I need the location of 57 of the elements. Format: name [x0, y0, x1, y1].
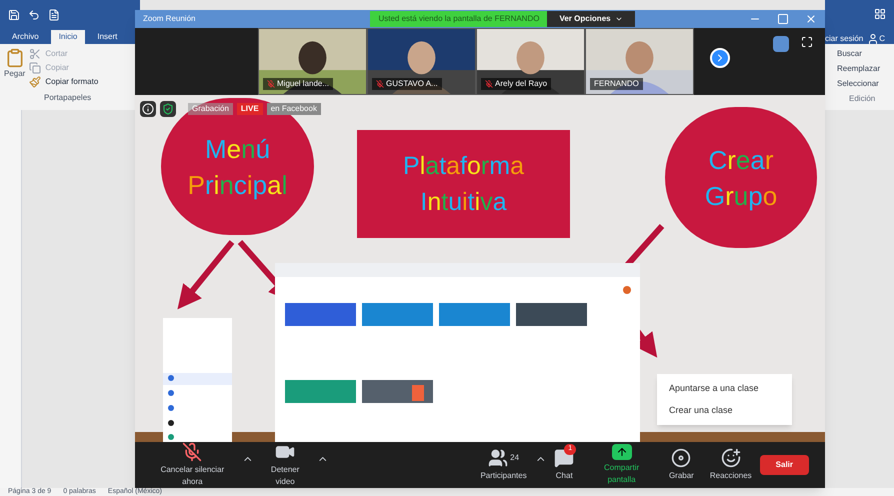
ribbon-tab[interactable]: Inicio: [50, 30, 86, 44]
slide-heading: Menú Principal: [188, 132, 288, 202]
ribbon-tab[interactable]: Archivo: [4, 30, 47, 44]
copy-icon: [29, 62, 42, 74]
ribbon-tab[interactable]: Insert: [89, 30, 126, 44]
find-button[interactable]: Buscar: [837, 48, 894, 60]
format-painter-button[interactable]: Copiar formato: [29, 76, 98, 88]
fullscreen-icon[interactable]: [801, 36, 813, 48]
close-icon[interactable]: [805, 12, 817, 25]
participant-name: Arely del Rayo: [481, 78, 552, 90]
view-options-button[interactable]: Ver Opciones: [547, 10, 635, 27]
toolbar-button[interactable]: Detener video: [253, 442, 318, 488]
share-screen-icon: [612, 444, 632, 460]
paintbrush-icon: [29, 76, 42, 88]
share-banner: Usted está viendo la pantalla de FERNANDO: [370, 10, 548, 27]
sign-in-link[interactable]: ciar sesión: [825, 33, 864, 45]
smiley-icon: [720, 448, 741, 468]
group-label: Portapapeles: [44, 92, 92, 104]
info-icon[interactable]: [140, 101, 156, 118]
next-page-icon[interactable]: [710, 48, 730, 68]
group-label: Edición: [849, 93, 876, 105]
ribbon-display-icon[interactable]: [874, 8, 886, 20]
menu-item[interactable]: Crear una clase: [669, 404, 780, 418]
mic-off-icon: [182, 442, 202, 462]
save-icon[interactable]: [8, 9, 20, 21]
window-title: Zoom Reunión: [143, 12, 196, 25]
share-button[interactable]: C: [867, 33, 886, 45]
slide-heading: Plataforma Intuitiva: [403, 151, 524, 218]
toolbar-button[interactable]: Reacciones: [702, 448, 760, 482]
clipboard-icon: [4, 48, 25, 68]
scissors-icon: [29, 48, 42, 60]
participant-name: Miguel lande...: [263, 78, 334, 90]
people-icon: [488, 448, 508, 468]
slide-heading: Crear Grupo: [704, 144, 778, 213]
toolbar-button[interactable]: Grabar: [660, 448, 702, 482]
arrow: [177, 240, 234, 310]
participant-name: GUSTAVO A...: [372, 78, 442, 90]
shield-icon[interactable]: [160, 101, 176, 118]
stream-label: en Facebook: [266, 103, 321, 116]
gallery-view-icon[interactable]: [773, 36, 789, 52]
participant-name: FERNANDO: [590, 78, 643, 90]
replace-button[interactable]: Reemplazar: [837, 63, 894, 75]
toolbar-button[interactable]: Compartir pantalla: [582, 444, 661, 486]
live-badge: LIVE: [236, 103, 263, 116]
select-button[interactable]: Seleccionar: [837, 78, 894, 90]
maximize-icon[interactable]: [777, 12, 789, 25]
participant-count: 24: [510, 452, 520, 464]
toolbar-button[interactable]: 24 Participantes: [472, 448, 535, 482]
recording-label: Grabación: [188, 103, 233, 116]
chat-icon: [554, 448, 574, 468]
leave-button[interactable]: Salir: [760, 455, 809, 475]
new-document-icon[interactable]: [48, 9, 60, 21]
toolbar-button[interactable]: Cancelar silenciar ahora: [143, 442, 242, 488]
record-icon: [671, 448, 692, 468]
menu-item[interactable]: Apuntarse a una clase: [669, 382, 780, 396]
paste-button[interactable]: Pegar: [4, 48, 26, 88]
undo-icon[interactable]: [28, 9, 40, 21]
